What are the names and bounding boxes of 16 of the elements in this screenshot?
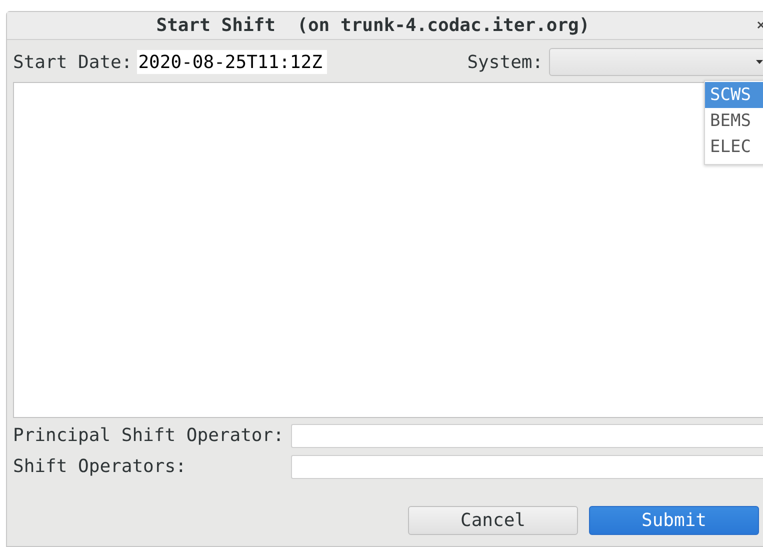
shift-operators-field[interactable] xyxy=(291,454,763,478)
system-dropdown[interactable] xyxy=(549,48,763,76)
dropdown-option[interactable]: ELEC xyxy=(705,134,763,160)
principal-shift-operator-field[interactable] xyxy=(291,424,763,448)
caret-icon xyxy=(756,60,763,64)
dropdown-option[interactable]: BEMS xyxy=(705,108,763,134)
text-area[interactable] xyxy=(13,82,763,418)
cancel-button[interactable]: Cancel xyxy=(408,506,578,535)
principal-shift-operator-label: Principal Shift Operator: xyxy=(13,425,285,446)
shift-operators-label: Shift Operators: xyxy=(13,456,188,477)
system-label: System: xyxy=(467,52,544,72)
start-date-label: Start Date: xyxy=(13,52,132,72)
submit-button[interactable]: Submit xyxy=(589,506,759,535)
start-date-field[interactable]: 2020-08-25T11:12Z xyxy=(137,50,328,74)
window-title: Start Shift (on trunk-4.codac.iter.org) xyxy=(156,15,590,36)
close-icon[interactable] xyxy=(757,21,763,29)
